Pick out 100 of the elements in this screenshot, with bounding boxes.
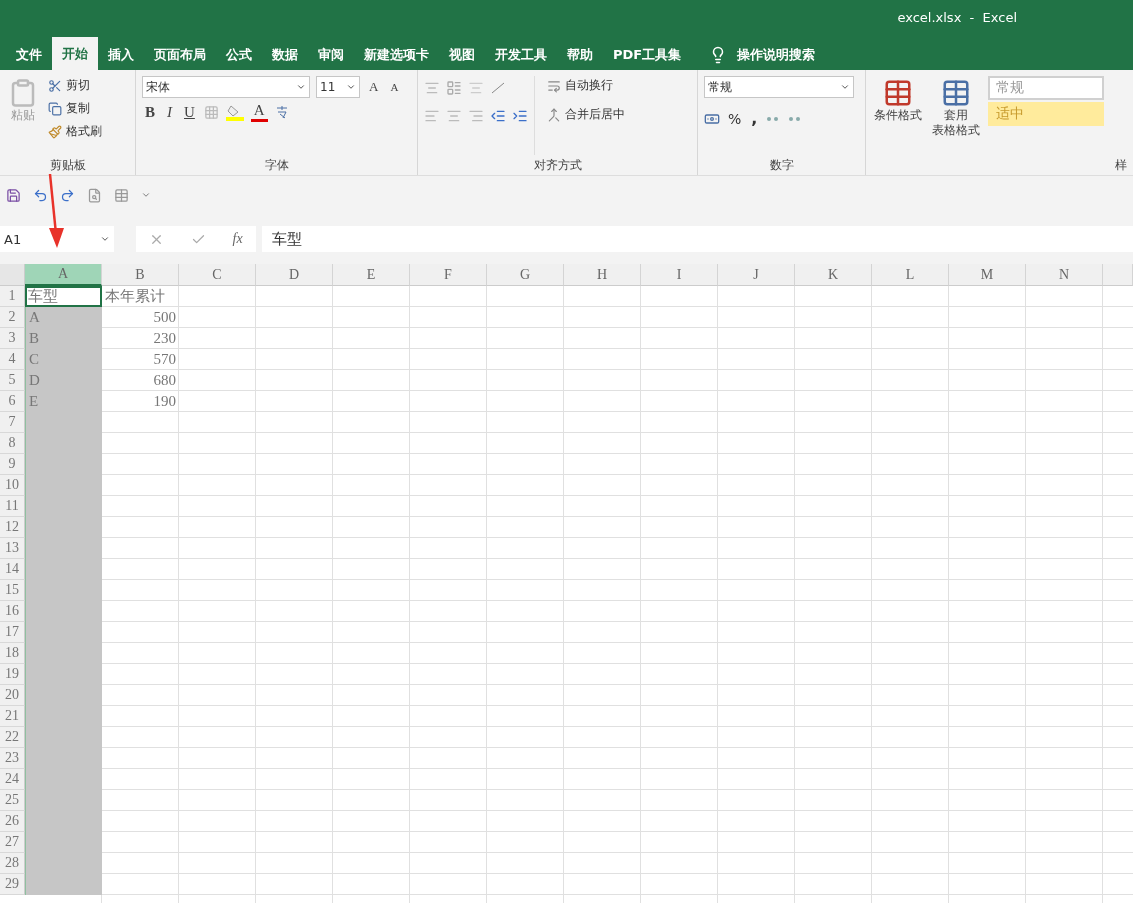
ribbon-tab[interactable]: PDF工具集 <box>603 40 692 70</box>
ribbon-tab[interactable]: 审阅 <box>308 40 354 70</box>
ribbon-tab[interactable]: 插入 <box>98 40 144 70</box>
row-header[interactable]: 9 <box>0 454 25 475</box>
row-header[interactable]: 22 <box>0 727 25 748</box>
font-size-field[interactable]: 11 <box>316 76 360 98</box>
row-header[interactable]: 5 <box>0 370 25 391</box>
column-header[interactable]: A <box>25 264 102 286</box>
row-header[interactable]: 2 <box>0 307 25 328</box>
column-header[interactable]: E <box>333 264 410 286</box>
grow-font-button[interactable]: A <box>366 79 382 95</box>
save-icon[interactable] <box>6 187 21 203</box>
font-name-field[interactable]: 宋体 <box>142 76 310 98</box>
column-header[interactable]: L <box>872 264 949 286</box>
row-header[interactable]: 18 <box>0 643 25 664</box>
row-header[interactable]: 26 <box>0 811 25 832</box>
row-header[interactable]: 10 <box>0 475 25 496</box>
row-header[interactable]: 19 <box>0 664 25 685</box>
ribbon-tab[interactable]: 开始 <box>52 37 98 70</box>
cut-button[interactable]: 剪切 <box>46 76 104 95</box>
row-header[interactable]: 4 <box>0 349 25 370</box>
row-header[interactable]: 25 <box>0 790 25 811</box>
column-header[interactable]: M <box>949 264 1026 286</box>
indent-icon[interactable] <box>512 108 528 124</box>
name-box[interactable]: A1 <box>0 226 114 252</box>
row-header[interactable]: 16 <box>0 601 25 622</box>
merge-center-button[interactable]: 合并后居中 <box>545 105 627 124</box>
column-header[interactable]: H <box>564 264 641 286</box>
column-header[interactable]: I <box>641 264 718 286</box>
wrap-text-button[interactable]: 自动换行 <box>545 76 627 95</box>
copy-button[interactable]: 复制 <box>46 99 104 118</box>
ribbon-tab[interactable]: 视图 <box>439 40 485 70</box>
column-header[interactable]: F <box>410 264 487 286</box>
caret-icon <box>296 82 306 92</box>
row-header[interactable]: 12 <box>0 517 25 538</box>
customize-caret-icon[interactable] <box>141 190 151 200</box>
outdent-icon[interactable] <box>490 108 506 124</box>
column-header[interactable]: B <box>102 264 179 286</box>
row-header[interactable]: 21 <box>0 706 25 727</box>
table-cell: E <box>25 391 102 412</box>
row-header[interactable]: 13 <box>0 538 25 559</box>
align-center-icon[interactable] <box>446 108 462 124</box>
column-header[interactable]: K <box>795 264 872 286</box>
row-header[interactable]: 3 <box>0 328 25 349</box>
borders-icon[interactable] <box>203 104 219 120</box>
group-label: 样 <box>1114 157 1127 174</box>
row-header[interactable]: 23 <box>0 748 25 769</box>
conditional-format-button[interactable]: 条件格式 <box>872 76 924 155</box>
row-header[interactable]: 7 <box>0 412 25 433</box>
row-header[interactable]: 8 <box>0 433 25 454</box>
align-right-icon[interactable] <box>468 108 484 124</box>
format-painter-button[interactable]: 格式刷 <box>46 122 104 141</box>
align-top-icon[interactable] <box>424 80 440 96</box>
italic-button[interactable]: I <box>164 103 175 121</box>
align-middle-icon[interactable] <box>446 80 462 96</box>
row-header[interactable]: 14 <box>0 559 25 580</box>
percent-button[interactable]: % <box>726 109 744 128</box>
ribbon-tab[interactable]: 文件 <box>6 40 52 70</box>
row-header[interactable]: 6 <box>0 391 25 412</box>
redo-icon[interactable] <box>60 187 75 203</box>
cell-style-normal[interactable]: 常规 <box>988 76 1104 100</box>
ribbon-tab[interactable]: 数据 <box>262 40 308 70</box>
formula-input[interactable]: 车型 <box>262 226 1133 252</box>
ribbon-tab[interactable]: 新建选项卡 <box>354 40 439 70</box>
font-color-button[interactable]: A <box>250 102 268 122</box>
ribbon-tab[interactable]: 页面布局 <box>144 40 216 70</box>
align-bottom-icon[interactable] <box>468 80 484 96</box>
row-header[interactable]: 17 <box>0 622 25 643</box>
column-header[interactable]: J <box>718 264 795 286</box>
comma-button[interactable]: , <box>749 108 760 129</box>
shrink-font-button[interactable]: A <box>387 81 402 93</box>
row-header[interactable]: 1 <box>0 286 25 307</box>
underline-button[interactable]: U <box>181 103 198 121</box>
format-table-button[interactable]: 套用 表格格式 <box>930 76 982 155</box>
ribbon-tab[interactable]: 帮助 <box>557 40 603 70</box>
number-format-field[interactable]: 常规 <box>704 76 854 98</box>
bold-button[interactable]: B <box>142 103 158 121</box>
row-header[interactable]: 15 <box>0 580 25 601</box>
column-header[interactable]: C <box>179 264 256 286</box>
tell-me-search[interactable]: 操作说明搜索 <box>737 46 816 64</box>
row-header[interactable]: 29 <box>0 874 25 895</box>
select-all-corner[interactable] <box>0 264 25 286</box>
insert-function-button[interactable]: fx <box>232 231 243 247</box>
column-header[interactable]: N <box>1026 264 1103 286</box>
align-left-icon[interactable] <box>424 108 440 124</box>
undo-icon[interactable] <box>33 187 48 203</box>
row-header[interactable]: 11 <box>0 496 25 517</box>
row-header[interactable]: 20 <box>0 685 25 706</box>
column-header[interactable]: D <box>256 264 333 286</box>
paste-button[interactable]: 粘贴 <box>6 76 40 155</box>
ribbon-tab[interactable]: 公式 <box>216 40 262 70</box>
print-preview-icon[interactable] <box>87 187 102 203</box>
ribbon-tab[interactable]: 开发工具 <box>485 40 557 70</box>
column-header[interactable] <box>1103 264 1133 286</box>
row-header[interactable]: 24 <box>0 769 25 790</box>
fill-color-icon[interactable] <box>224 103 245 121</box>
column-header[interactable]: G <box>487 264 564 286</box>
row-header[interactable]: 27 <box>0 832 25 853</box>
row-header[interactable]: 28 <box>0 853 25 874</box>
form-icon[interactable] <box>114 187 129 203</box>
